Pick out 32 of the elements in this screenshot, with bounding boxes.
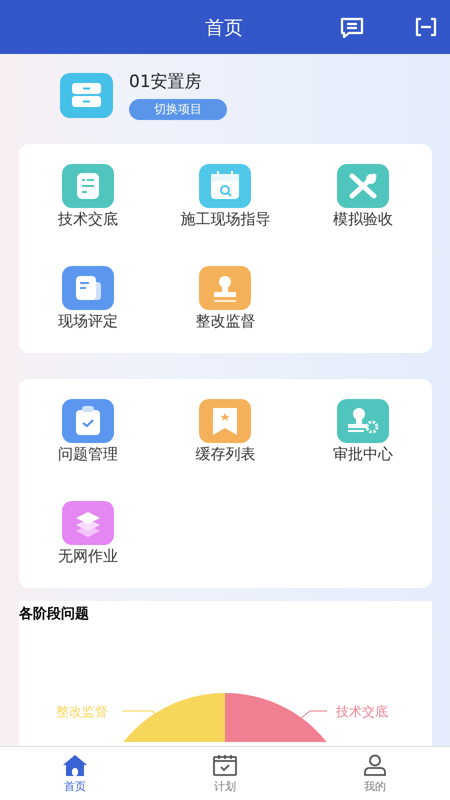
cabinet-icon bbox=[60, 72, 113, 118]
stamp-icon[interactable] bbox=[199, 266, 252, 310]
layers-icon[interactable] bbox=[62, 501, 114, 545]
menu-label[interactable]: 模拟验收 bbox=[333, 210, 394, 229]
scan-icon[interactable] bbox=[414, 17, 438, 37]
message-icon[interactable] bbox=[340, 17, 364, 39]
home-icon bbox=[62, 754, 88, 776]
tab[interactable]: 我的 bbox=[300, 747, 450, 800]
calendar-icon[interactable] bbox=[199, 164, 252, 208]
menu-label[interactable]: 无网作业 bbox=[58, 547, 118, 566]
chart-title: 各阶段问题 bbox=[19, 605, 90, 624]
page-title: 首页 bbox=[205, 16, 243, 41]
tab[interactable]: 首页 bbox=[0, 747, 150, 800]
menu-label[interactable]: 现场评定 bbox=[58, 312, 118, 331]
tab[interactable]: 计划 bbox=[150, 747, 300, 800]
clip-icon[interactable] bbox=[62, 399, 114, 443]
menu-label[interactable]: 审批中心 bbox=[333, 445, 394, 464]
slice-label: 整改监督 bbox=[56, 705, 108, 720]
tools-icon[interactable] bbox=[337, 164, 390, 208]
menu-label[interactable]: 问题管理 bbox=[58, 445, 118, 464]
calendar-icon bbox=[212, 754, 238, 776]
menu-label[interactable]: 整改监督 bbox=[195, 312, 256, 331]
menu-label[interactable]: 施工现场指导 bbox=[180, 210, 270, 229]
bookmark-icon[interactable] bbox=[199, 399, 252, 443]
menu-label[interactable]: 技术交底 bbox=[58, 210, 118, 229]
slice-label: 技术交底 bbox=[336, 705, 388, 720]
note-icon[interactable] bbox=[62, 266, 114, 310]
doc-icon[interactable] bbox=[62, 164, 114, 208]
stampgear-icon[interactable] bbox=[337, 399, 390, 443]
person-icon bbox=[362, 754, 388, 776]
project-name: 01安置房 bbox=[129, 71, 202, 93]
menu-label[interactable]: 缓存列表 bbox=[195, 445, 256, 464]
